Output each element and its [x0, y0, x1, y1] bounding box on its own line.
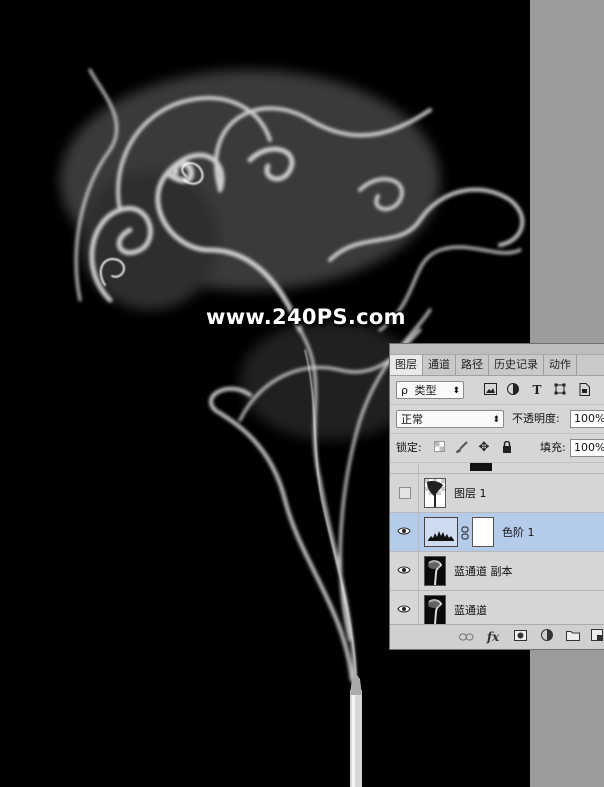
eye-icon[interactable]	[397, 526, 411, 538]
layer-thumbnail[interactable]	[424, 478, 446, 508]
opacity-input[interactable]: 100%	[570, 410, 604, 428]
visibility-toggle-off[interactable]	[399, 487, 411, 499]
layer-thumbnail	[470, 463, 492, 471]
new-layer-icon[interactable]	[589, 629, 604, 645]
tab-actions[interactable]: 动作	[544, 355, 577, 375]
filter-kind-label: 类型	[414, 384, 437, 397]
layers-panel-footer: fx	[390, 624, 604, 649]
chevron-updown-icon: ⬍	[452, 386, 460, 396]
lock-transparent-icon[interactable]	[432, 441, 446, 455]
lock-all-icon[interactable]	[500, 440, 514, 455]
shape-filter-icon[interactable]	[553, 383, 567, 397]
tab-layers[interactable]: 图层	[390, 355, 423, 375]
filter-row: ρ 类型 ⬍ T	[390, 376, 604, 405]
tab-history[interactable]: 历史记录	[489, 355, 544, 375]
visibility-separator	[418, 474, 419, 512]
eye-icon[interactable]	[397, 604, 411, 616]
layer-row-selected[interactable]: 色阶 1	[390, 513, 604, 552]
lock-position-move-icon[interactable]: ✥	[477, 441, 491, 455]
blend-row: 正常 ⬍ 不透明度: 100%	[390, 405, 604, 434]
search-icon: ρ	[401, 384, 408, 397]
layer-row[interactable]: 蓝通道 副本	[390, 552, 604, 591]
smart-object-filter-icon[interactable]	[577, 383, 591, 397]
layer-row[interactable]: 图层 1	[390, 474, 604, 513]
new-adjustment-layer-icon[interactable]	[539, 629, 555, 645]
visibility-separator	[418, 552, 419, 590]
chevron-updown-icon: ⬍	[492, 415, 500, 425]
tab-paths[interactable]: 路径	[456, 355, 489, 375]
watermark-text: www.240PS.com	[206, 305, 406, 329]
type-filter-icon[interactable]: T	[530, 383, 544, 397]
lock-label: 锁定:	[396, 441, 422, 454]
add-mask-icon[interactable]	[512, 629, 528, 645]
lock-row: 锁定: ✥ 填充: 100%	[390, 434, 604, 463]
layer-thumbnail[interactable]	[424, 595, 446, 625]
eye-icon[interactable]	[397, 565, 411, 577]
layer-mask-thumbnail[interactable]	[472, 517, 494, 547]
blend-mode-value: 正常	[401, 413, 423, 426]
levels-adjustment-icon[interactable]	[424, 517, 458, 547]
layer-name[interactable]: 色阶 1	[502, 524, 535, 540]
lock-image-brush-icon[interactable]	[454, 441, 468, 455]
fill-label: 填充:	[540, 441, 566, 454]
layer-name[interactable]: 图层 1	[454, 485, 487, 501]
layer-filter-select[interactable]: ρ 类型 ⬍	[396, 381, 464, 399]
panel-drag-bar[interactable]	[390, 344, 604, 355]
fill-input[interactable]: 100%	[570, 439, 604, 457]
layer-name[interactable]: 蓝通道 副本	[454, 563, 513, 579]
layer-thumbnail[interactable]	[424, 556, 446, 586]
layer-name[interactable]: 蓝通道	[454, 602, 487, 618]
visibility-separator	[418, 463, 419, 473]
visibility-separator	[418, 513, 419, 551]
panel-tabs: 图层 通道 路径 历史记录 动作	[390, 355, 604, 376]
fx-icon[interactable]: fx	[485, 629, 501, 645]
link-layers-icon[interactable]	[458, 629, 474, 645]
blend-mode-select[interactable]: 正常 ⬍	[396, 410, 504, 428]
incense-stick	[350, 674, 362, 787]
tab-channels[interactable]: 通道	[423, 355, 456, 375]
layers-panel: 图层 通道 路径 历史记录 动作 ρ 类型 ⬍ T 正常 ⬍ 不透明度: 100…	[389, 343, 604, 650]
layer-row-partial[interactable]	[390, 463, 604, 474]
new-group-folder-icon[interactable]	[565, 629, 581, 645]
opacity-label: 不透明度:	[512, 412, 560, 425]
link-chain-icon[interactable]	[461, 526, 469, 543]
pixel-filter-icon[interactable]	[483, 383, 497, 397]
adjustment-filter-icon[interactable]	[506, 383, 520, 397]
